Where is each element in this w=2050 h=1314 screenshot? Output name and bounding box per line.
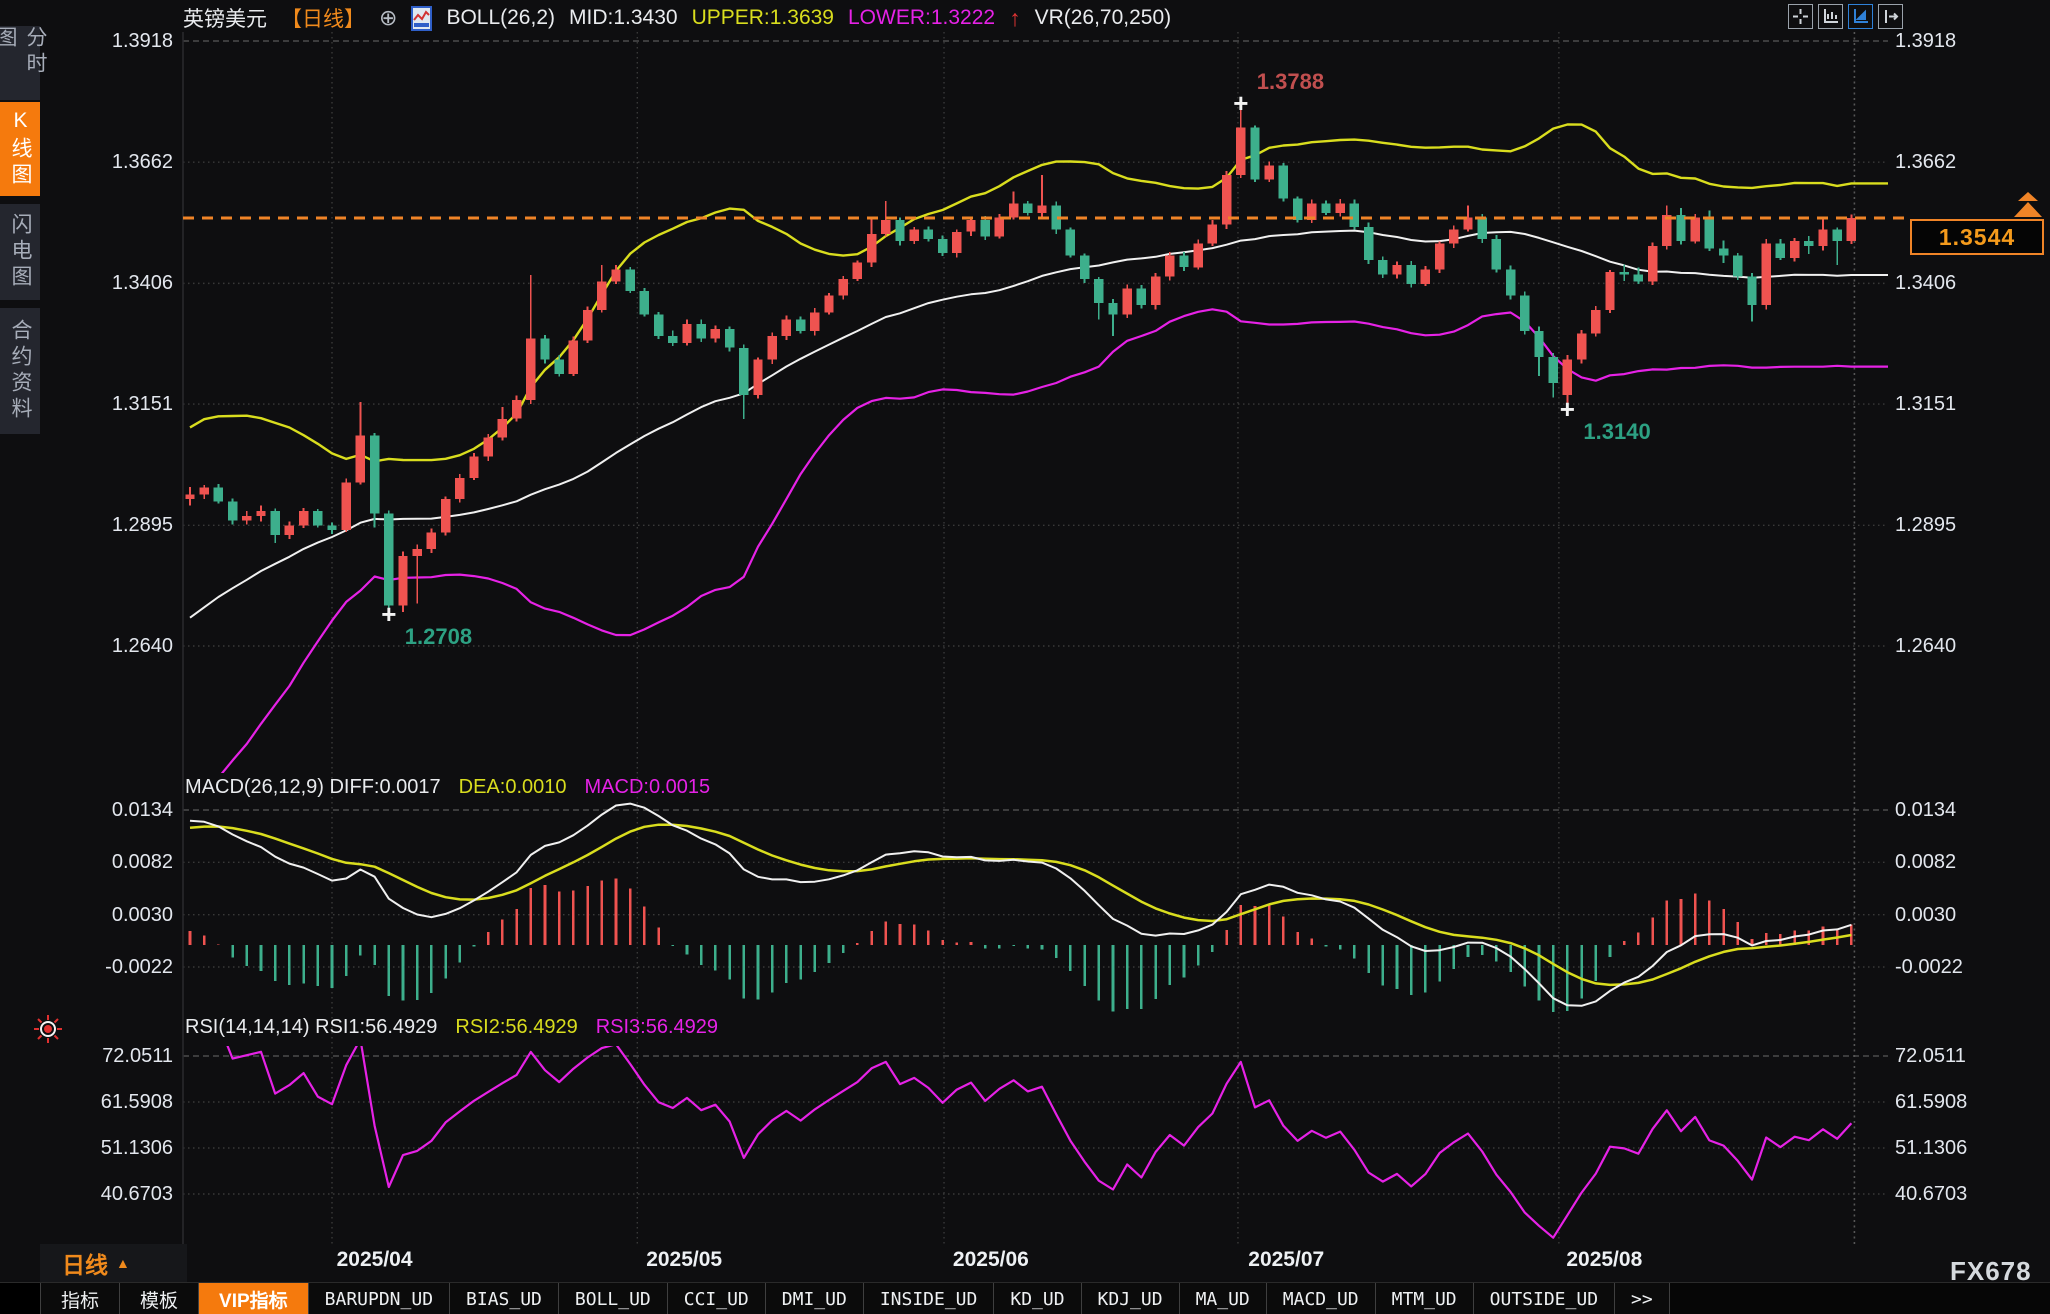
price-axis-label: 1.3662 xyxy=(1895,150,2045,174)
sidebar-item-contract-info[interactable]: 合约资料 xyxy=(0,308,40,434)
right-scale-icon[interactable] xyxy=(1848,4,1873,29)
x-axis-label: 2025/08 xyxy=(1539,1248,1669,1272)
macd-axis-label: 0.0134 xyxy=(55,798,173,822)
macd-axis-label: 0.0030 xyxy=(1895,903,2045,927)
last-price-tag[interactable]: 1.3544 xyxy=(1910,219,2044,255)
indicator-item-barupdn[interactable]: BARUPDN_UD xyxy=(309,1283,450,1314)
price-axis-label: 1.3918 xyxy=(55,29,173,53)
macd-macd-value: MACD:0.0015 xyxy=(585,776,711,798)
macd-axis-label: 0.0030 xyxy=(55,903,173,927)
x-axis-label: 2025/06 xyxy=(926,1248,1056,1272)
period-arrow-icon: ▲ xyxy=(116,1255,130,1271)
indicator-item-mtm[interactable]: MTM_UD xyxy=(1376,1283,1474,1314)
indicator-item-boll[interactable]: BOLL_UD xyxy=(559,1283,668,1314)
indicator-item-macd[interactable]: MACD_UD xyxy=(1267,1283,1376,1314)
macd-header: MACD(26,12,9) DIFF:0.0017 DEA:0.0010 MACD:… xyxy=(185,776,710,799)
price-axis-label: 1.2895 xyxy=(55,513,173,537)
price-axis-label: 1.3151 xyxy=(55,392,173,416)
chart-canvas[interactable] xyxy=(0,0,2050,1314)
split-panes-icon[interactable] xyxy=(1788,4,1813,29)
indicator-item-outside[interactable]: OUTSIDE_UD xyxy=(1474,1283,1615,1314)
macd-axis-label: 0.0082 xyxy=(55,850,173,874)
period-tag[interactable]: 【日线】 xyxy=(281,3,365,33)
indicator-more-button[interactable]: >> xyxy=(1615,1283,1670,1314)
macd-dea-value: DEA:0.0010 xyxy=(459,776,567,798)
left-scale-icon[interactable] xyxy=(1818,4,1843,29)
extreme-high-annotation: 1.3788 xyxy=(1257,69,1324,95)
vr-label: VR(26,70,250) xyxy=(1035,6,1172,30)
rsi-axis-label: 61.5908 xyxy=(1895,1090,2045,1114)
chart-toolbar-buttons xyxy=(1788,4,1903,29)
rsi3-value: RSI3:56.4929 xyxy=(596,1016,718,1038)
period-label: 日线 xyxy=(62,1246,108,1280)
sidebar-item-time-chart[interactable]: 分时图 xyxy=(0,26,40,100)
extreme-low-annotation: 1.3140 xyxy=(1583,419,1650,445)
extreme-high-marker-icon: + xyxy=(1233,93,1248,113)
indicator-toolbar: 指标 模板 VIP指标 BARUPDN_UD BIAS_UD BOLL_UD C… xyxy=(0,1282,2050,1314)
rsi-axis-label: 72.0511 xyxy=(1895,1044,2045,1068)
macd-title: MACD(26,12,9) DIFF:0.0017 xyxy=(185,776,441,798)
extreme-low-marker-icon: + xyxy=(381,604,396,624)
extreme-low-annotation: 1.2708 xyxy=(405,624,472,650)
rsi-axis-label: 40.6703 xyxy=(1895,1182,2045,1206)
macd-axis-label: 0.0082 xyxy=(1895,850,2045,874)
price-up-arrows-icon xyxy=(2010,192,2046,223)
boll-upper-value: UPPER:1.3639 xyxy=(692,6,834,30)
macd-axis-label: -0.0022 xyxy=(1895,955,2045,979)
rsi-axis-label: 51.1306 xyxy=(55,1136,173,1160)
rsi-header: RSI(14,14,14) RSI1:56.4929 RSI2:56.4929 RS… xyxy=(185,1016,718,1039)
extreme-low-marker-icon: + xyxy=(1560,399,1575,419)
rsi-axis-label: 61.5908 xyxy=(55,1090,173,1114)
boll-lower-value: LOWER:1.3222 xyxy=(848,6,995,30)
pan-right-icon[interactable] xyxy=(1878,4,1903,29)
up-arrow-icon: ↑ xyxy=(1009,8,1021,28)
x-axis-label: 2025/07 xyxy=(1221,1248,1351,1272)
sidebar-item-kline-chart[interactable]: K线图 xyxy=(0,102,40,196)
symbol-name: 英镑美元 xyxy=(183,3,267,33)
price-axis-label: 1.3918 xyxy=(1895,29,2045,53)
price-axis-label: 1.2640 xyxy=(1895,634,2045,658)
macd-axis-label: -0.0022 xyxy=(55,955,173,979)
sidebar-item-lightning-chart[interactable]: 闪电图 xyxy=(0,204,40,300)
price-axis-label: 1.3151 xyxy=(1895,392,2045,416)
period-selector[interactable]: 日线 ▲ xyxy=(40,1244,187,1282)
boll-label: BOLL(26,2) xyxy=(446,6,555,30)
boll-mid-value: MID:1.3430 xyxy=(569,6,678,30)
trading-app-window: { "colors": { "background": "#0e0e10", "… xyxy=(0,0,2050,1314)
add-overlay-icon[interactable]: ⊕ xyxy=(379,5,397,31)
rsi-title: RSI(14,14,14) RSI1:56.4929 xyxy=(185,1016,437,1038)
price-axis-label: 1.3406 xyxy=(55,271,173,295)
indicator-item-bias[interactable]: BIAS_UD xyxy=(450,1283,559,1314)
mini-chart-icon[interactable] xyxy=(411,6,432,31)
x-axis-label: 2025/04 xyxy=(310,1248,440,1272)
rsi2-value: RSI2:56.4929 xyxy=(455,1016,577,1038)
rsi-axis-label: 72.0511 xyxy=(55,1044,173,1068)
tab-indicators[interactable]: 指标 xyxy=(40,1283,120,1314)
indicator-item-kdj[interactable]: KDJ_UD xyxy=(1082,1283,1180,1314)
price-axis-label: 1.2640 xyxy=(55,634,173,658)
indicator-item-kd[interactable]: KD_UD xyxy=(994,1283,1081,1314)
indicator-item-cci[interactable]: CCI_UD xyxy=(668,1283,766,1314)
price-axis-label: 1.2895 xyxy=(1895,513,2045,537)
indicator-item-ma[interactable]: MA_UD xyxy=(1180,1283,1267,1314)
rsi-axis-label: 40.6703 xyxy=(55,1182,173,1206)
toolbar-spacer xyxy=(0,1283,40,1314)
price-axis-label: 1.3406 xyxy=(1895,271,2045,295)
rsi-axis-label: 51.1306 xyxy=(1895,1136,2045,1160)
indicator-item-dmi[interactable]: DMI_UD xyxy=(766,1283,864,1314)
tab-templates[interactable]: 模板 xyxy=(120,1283,199,1314)
price-axis-label: 1.3662 xyxy=(55,150,173,174)
indicator-item-inside[interactable]: INSIDE_UD xyxy=(864,1283,995,1314)
tab-vip-indicators[interactable]: VIP指标 xyxy=(199,1283,309,1314)
chart-header: 英镑美元 【日线】 ⊕ BOLL(26,2) MID:1.3430 UPPER:… xyxy=(183,3,1171,33)
x-axis-label: 2025/05 xyxy=(619,1248,749,1272)
macd-axis-label: 0.0134 xyxy=(1895,798,2045,822)
